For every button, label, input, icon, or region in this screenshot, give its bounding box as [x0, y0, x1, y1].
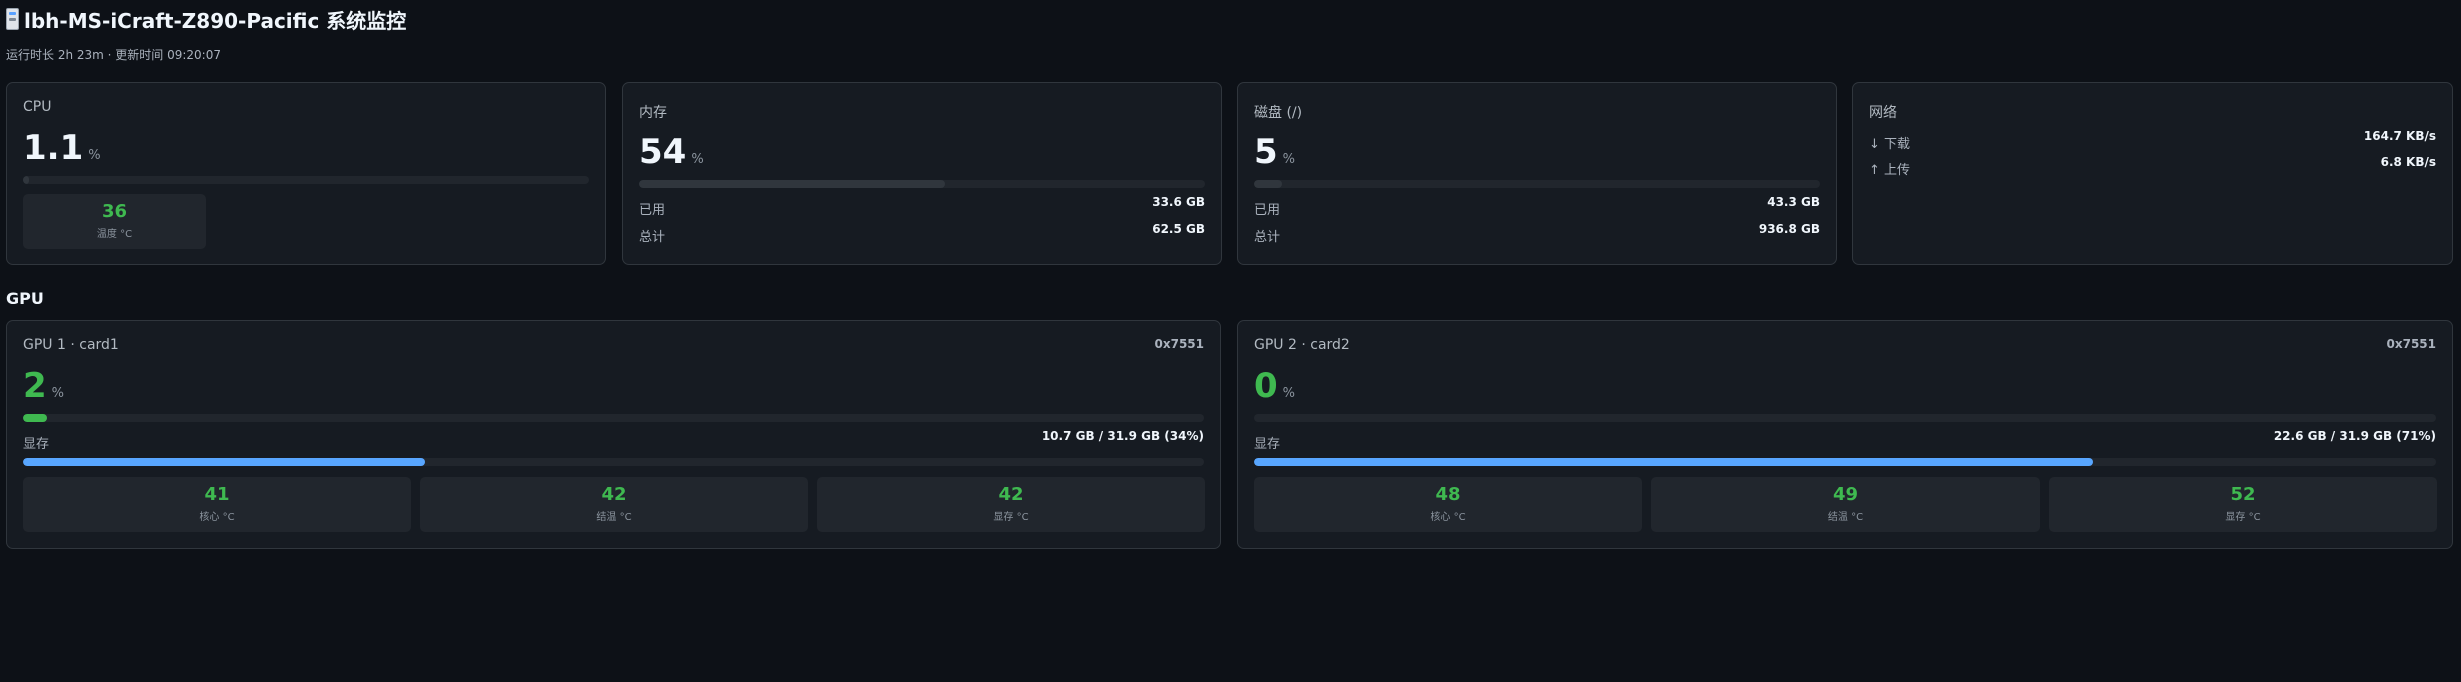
network-download-value: 164.7 KB/s: [2363, 129, 2436, 143]
page-title: lbh-MS-iCraft-Z890-Pacific 系统监控: [24, 8, 407, 33]
cpu-card-title: CPU: [23, 99, 52, 115]
memory-usage-unit: %: [691, 152, 704, 167]
disk-usage-unit: %: [1282, 152, 1296, 167]
header: lbh-MS-iCraft-Z890-Pacific 系统监控 运行时长 2h …: [6, 4, 2455, 63]
page-subtitle: 运行时长 2h 23m · 更新时间 09:20:07: [6, 48, 221, 62]
gpu-1-usage-bar-fill: [23, 414, 47, 422]
gpu-1-vram-bar: [23, 458, 1204, 466]
memory-usage-bar: [639, 180, 1205, 188]
cpu-usage-value: 1.1 %: [23, 131, 101, 165]
network-card-title: 网络: [1869, 105, 1897, 121]
gpu-2-vram-temp-box: 52 显存 °C: [2049, 477, 2437, 532]
gpu-1-core-temp-value: 41: [204, 484, 230, 505]
gpu-1-usage-number: 2: [23, 366, 47, 406]
memory-card: 内存 54 % 已用 33.6 GB 总计 62.5 GB: [622, 82, 1222, 265]
network-upload-row: ↑ 上传 6.8 KB/s: [1869, 155, 2436, 179]
gpu-card-1: GPU 1 · card1 0x7551 2 % 显存 10.7 GB / 31…: [6, 320, 1221, 549]
memory-used-row: 已用 33.6 GB: [639, 195, 1205, 219]
gpu-1-vram-label: 显存: [23, 437, 50, 452]
gpu-2-vram-label: 显存: [1254, 437, 1281, 452]
gpu-1-usage-unit: %: [51, 386, 65, 401]
gpu-1-core-temp-label: 核心 °C: [199, 511, 235, 523]
disk-total-label: 总计: [1254, 230, 1281, 245]
gpu-2-usage-unit: %: [1282, 386, 1296, 401]
disk-usage-bar-fill: [1254, 180, 1283, 188]
gpu-1-usage-bar: [23, 414, 1204, 422]
gpu-1-core-temp-box: 41 核心 °C: [23, 477, 411, 532]
cpu-temp-value: 36: [101, 201, 128, 222]
disk-used-row: 已用 43.3 GB: [1254, 195, 1820, 219]
gpu-2-core-temp-box: 48 核心 °C: [1254, 477, 1642, 532]
gpu-1-vram-value: 10.7 GB / 31.9 GB (34%): [1041, 429, 1204, 443]
memory-total-label: 总计: [639, 230, 666, 245]
gpu-2-core-temp-label: 核心 °C: [1430, 511, 1466, 523]
gpu-2-device-id: 0x7551: [2386, 337, 2437, 351]
title-row: lbh-MS-iCraft-Z890-Pacific 系统监控: [6, 4, 2455, 34]
gpu-2-core-temp-value: 48: [1435, 484, 1461, 505]
gpu-2-vram-temp-label: 显存 °C: [2225, 511, 2261, 523]
gpu-1-vram-temp-value: 42: [998, 484, 1024, 505]
gpu-1-junction-temp-value: 42: [601, 484, 627, 505]
gpu-section-title: GPU: [6, 289, 44, 308]
gpu-1-device-id: 0x7551: [1154, 337, 1205, 351]
gpu-2-vram-bar-fill: [1254, 458, 2094, 466]
cpu-temp-label: 温度 °C: [96, 228, 133, 240]
memory-card-title: 内存: [639, 105, 667, 121]
memory-total-value: 62.5 GB: [1152, 222, 1205, 236]
disk-usage-number: 5: [1254, 132, 1278, 172]
gpu-card-2: GPU 2 · card2 0x7551 0 % 显存 22.6 GB / 31…: [1237, 320, 2453, 549]
gpu-2-vram-row: 显存 22.6 GB / 31.9 GB (71%): [1254, 429, 2436, 453]
gpu-2-vram-value: 22.6 GB / 31.9 GB (71%): [2273, 429, 2436, 443]
cpu-card: CPU 1.1 % 36 温度 °C: [6, 82, 606, 265]
gpu-2-junction-temp-label: 结温 °C: [1827, 511, 1864, 523]
memory-used-label: 已用: [639, 203, 666, 218]
gpu-1-usage-value: 2 %: [23, 369, 64, 403]
disk-usage-value: 5 %: [1254, 135, 1295, 169]
memory-usage-bar-fill: [639, 180, 945, 188]
gpu-2-junction-temp-value: 49: [1832, 484, 1859, 505]
gpu-2-vram-temp-value: 52: [2230, 484, 2256, 505]
cpu-usage-unit: %: [88, 148, 101, 163]
gpu-2-vram-bar: [1254, 458, 2436, 466]
system-monitor-page: lbh-MS-iCraft-Z890-Pacific 系统监控 运行时长 2h …: [0, 0, 2461, 682]
gpu-1-title: GPU 1 · card1: [23, 337, 119, 353]
cpu-usage-bar-fill: [23, 176, 30, 184]
network-card: 网络 ↓ 下载 164.7 KB/s ↑ 上传 6.8 KB/s: [1852, 82, 2453, 265]
gpu-2-title: GPU 2 · card2: [1254, 337, 1350, 353]
disk-total-value: 936.8 GB: [1758, 222, 1820, 236]
cpu-usage-bar: [23, 176, 589, 184]
memory-usage-number: 54: [639, 132, 687, 172]
memory-used-value: 33.6 GB: [1152, 195, 1205, 209]
gpu-1-vram-temp-label: 显存 °C: [993, 511, 1029, 523]
network-upload-label: ↑ 上传: [1869, 163, 1911, 178]
gpu-1-vram-bar-fill: [23, 458, 425, 466]
disk-card-title: 磁盘 (/): [1254, 105, 1303, 121]
gpu-1-junction-temp-box: 42 结温 °C: [420, 477, 808, 532]
gpu-1-vram-row: 显存 10.7 GB / 31.9 GB (34%): [23, 429, 1204, 453]
cpu-temp-box: 36 温度 °C: [23, 194, 206, 249]
disk-card: 磁盘 (/) 5 % 已用 43.3 GB 总计 936.8 GB: [1237, 82, 1837, 265]
gpu-2-usage-number: 0: [1254, 366, 1278, 406]
memory-total-row: 总计 62.5 GB: [639, 222, 1205, 246]
network-download-label: ↓ 下载: [1869, 137, 1911, 152]
network-download-row: ↓ 下载 164.7 KB/s: [1869, 129, 2436, 153]
network-upload-value: 6.8 KB/s: [2380, 155, 2436, 169]
server-icon: [6, 8, 19, 30]
memory-usage-value: 54 %: [639, 135, 704, 169]
disk-used-value: 43.3 GB: [1767, 195, 1820, 209]
disk-total-row: 总计 936.8 GB: [1254, 222, 1820, 246]
gpu-1-junction-temp-label: 结温 °C: [596, 511, 632, 523]
gpu-2-junction-temp-box: 49 结温 °C: [1651, 477, 2040, 532]
cpu-usage-number: 1.1: [23, 128, 84, 168]
gpu-2-usage-bar: [1254, 414, 2436, 422]
disk-usage-bar: [1254, 180, 1820, 188]
disk-used-label: 已用: [1254, 203, 1281, 218]
gpu-2-usage-value: 0 %: [1254, 369, 1295, 403]
gpu-1-vram-temp-box: 42 显存 °C: [817, 477, 1205, 532]
